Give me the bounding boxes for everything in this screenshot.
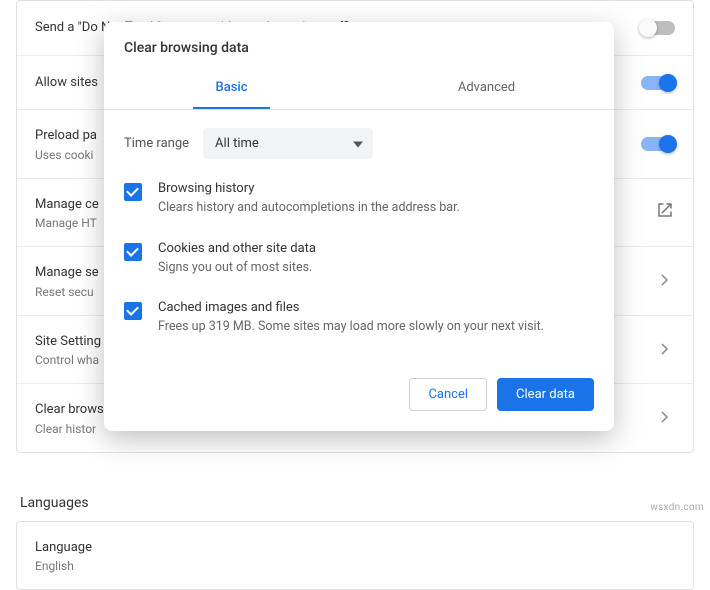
toggle-allow-sites[interactable] bbox=[641, 76, 675, 90]
time-range-select[interactable]: All time bbox=[203, 128, 373, 159]
option-text: Browsing history Clears history and auto… bbox=[158, 181, 460, 217]
chevron-right-icon bbox=[655, 407, 675, 428]
row-sub: English bbox=[35, 559, 675, 573]
external-link-icon bbox=[655, 201, 675, 224]
toggle-do-not-track[interactable] bbox=[641, 21, 675, 35]
option-browsing-history[interactable]: Browsing history Clears history and auto… bbox=[104, 169, 614, 229]
checkbox-browsing-history[interactable] bbox=[124, 183, 142, 201]
dialog-title: Clear browsing data bbox=[104, 22, 614, 68]
tab-basic[interactable]: Basic bbox=[104, 68, 359, 109]
dialog-tabs: Basic Advanced bbox=[104, 68, 614, 110]
option-sub: Signs you out of most sites. bbox=[158, 259, 316, 277]
checkbox-cookies[interactable] bbox=[124, 243, 142, 261]
dropdown-icon bbox=[353, 136, 363, 151]
row-text: Language English bbox=[35, 538, 675, 574]
time-range-label: Time range bbox=[124, 136, 189, 151]
checkbox-cache[interactable] bbox=[124, 302, 142, 320]
option-cookies[interactable]: Cookies and other site data Signs you ou… bbox=[104, 229, 614, 289]
toggle-preload[interactable] bbox=[641, 137, 675, 151]
clear-data-button[interactable]: Clear data bbox=[497, 378, 594, 411]
option-sub: Frees up 319 MB. Some sites may load mor… bbox=[158, 318, 544, 336]
dialog-buttons: Cancel Clear data bbox=[104, 348, 614, 415]
time-range-value: All time bbox=[215, 136, 259, 151]
option-text: Cookies and other site data Signs you ou… bbox=[158, 241, 316, 277]
option-cache[interactable]: Cached images and files Frees up 319 MB.… bbox=[104, 288, 614, 348]
option-title: Cached images and files bbox=[158, 300, 544, 315]
option-text: Cached images and files Frees up 319 MB.… bbox=[158, 300, 544, 336]
chevron-right-icon bbox=[655, 270, 675, 291]
watermark: wsxdn.com bbox=[650, 502, 704, 513]
clear-browsing-data-dialog: Clear browsing data Basic Advanced Time … bbox=[104, 22, 614, 431]
tab-advanced[interactable]: Advanced bbox=[359, 68, 614, 109]
time-range-row: Time range All time bbox=[104, 110, 614, 169]
option-sub: Clears history and autocompletions in th… bbox=[158, 199, 460, 217]
chevron-right-icon bbox=[655, 339, 675, 360]
row-language[interactable]: Language English bbox=[17, 522, 693, 590]
option-title: Cookies and other site data bbox=[158, 241, 316, 256]
option-title: Browsing history bbox=[158, 181, 460, 196]
row-title: Language bbox=[35, 538, 675, 558]
section-languages-label: Languages bbox=[16, 477, 694, 521]
cancel-button[interactable]: Cancel bbox=[409, 378, 487, 411]
languages-list: Language English bbox=[16, 521, 694, 590]
